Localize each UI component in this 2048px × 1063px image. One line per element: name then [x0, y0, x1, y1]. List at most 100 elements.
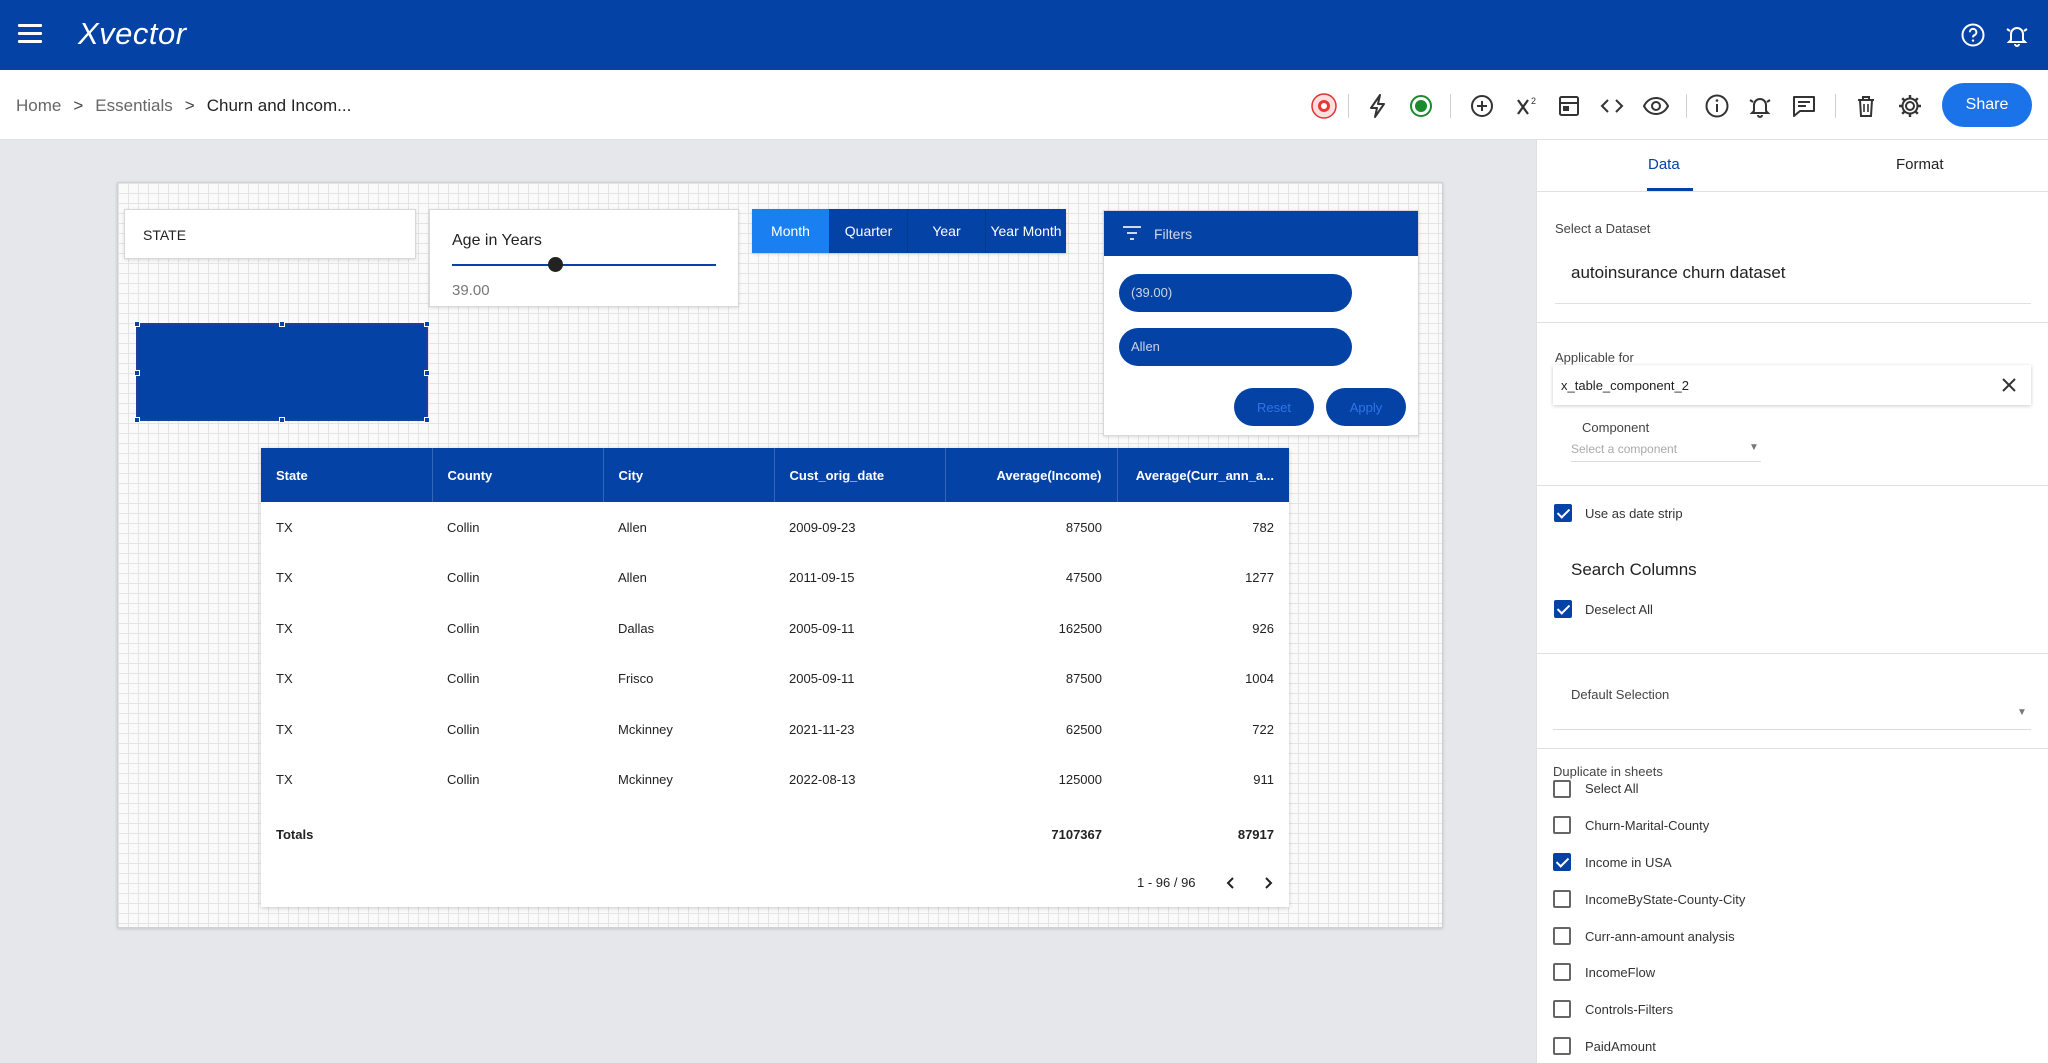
date-strip-month[interactable]: Month: [752, 209, 830, 253]
cell-date: 2005-09-11: [789, 671, 855, 687]
sheet-checkbox[interactable]: [1553, 1000, 1571, 1018]
column-header-county[interactable]: County: [432, 448, 604, 502]
cell-date: 2011-09-15: [789, 570, 855, 586]
sheet-checkbox[interactable]: [1553, 853, 1571, 871]
bell-icon[interactable]: [2004, 22, 2030, 48]
breadcrumb-home[interactable]: Home: [16, 96, 61, 116]
filters-apply-button[interactable]: Apply: [1326, 388, 1406, 426]
selected-component[interactable]: [134, 321, 430, 423]
filter-chip-age[interactable]: (39.00): [1119, 274, 1352, 312]
cell-state: TX: [276, 671, 293, 687]
age-slider-thumb[interactable]: [548, 257, 563, 272]
breadcrumb-separator: >: [184, 96, 195, 115]
use-date-strip-checkbox[interactable]: [1554, 504, 1572, 522]
alert-bell-icon[interactable]: [1746, 92, 1774, 120]
resize-handle[interactable]: [424, 417, 430, 423]
dashboard-sheet: STATE Age in Years 39.00 Month Quarter Y…: [117, 182, 1443, 928]
column-header-state[interactable]: State: [261, 448, 433, 502]
state-filter-widget[interactable]: STATE: [124, 209, 416, 259]
canvas-area: STATE Age in Years 39.00 Month Quarter Y…: [0, 140, 1536, 1063]
column-header-city[interactable]: City: [603, 448, 775, 502]
dropdown-arrow-icon: ▼: [2017, 707, 2027, 718]
column-header-average-income[interactable]: Average(Income): [945, 448, 1118, 502]
deselect-all-checkbox[interactable]: [1554, 600, 1572, 618]
tab-format[interactable]: Format: [1896, 156, 1944, 173]
age-slider-title: Age in Years: [452, 232, 542, 249]
resize-handle[interactable]: [134, 417, 140, 423]
save-icon[interactable]: [1555, 92, 1583, 120]
comment-icon[interactable]: [1790, 92, 1818, 120]
help-icon[interactable]: [1960, 22, 1986, 48]
state-filter-label: STATE: [143, 227, 187, 243]
default-selection-select[interactable]: Default Selection ▼: [1553, 670, 2031, 730]
preview-eye-icon[interactable]: [1642, 92, 1670, 120]
delete-icon[interactable]: [1852, 92, 1880, 120]
filter-chip-city[interactable]: Allen: [1119, 328, 1352, 366]
default-selection-label: Default Selection: [1571, 687, 1670, 702]
bolt-icon[interactable]: [1364, 92, 1392, 120]
applicable-for-field[interactable]: x_table_component_2: [1553, 365, 2031, 405]
info-icon[interactable]: [1703, 92, 1731, 120]
filters-reset-button[interactable]: Reset: [1234, 388, 1314, 426]
resize-handle[interactable]: [134, 321, 140, 327]
resize-handle[interactable]: [424, 321, 430, 327]
code-icon[interactable]: [1598, 92, 1626, 120]
date-strip-quarter[interactable]: Quarter: [830, 209, 908, 253]
cell-city: Mckinney: [618, 772, 673, 788]
data-table-card: State County City Cust_orig_date Average…: [261, 448, 1289, 907]
table-row: TX Collin Mckinney 2022-08-13 125000 911: [261, 755, 1289, 806]
add-icon[interactable]: [1468, 92, 1496, 120]
totals-label: Totals: [276, 826, 314, 842]
sheet-label: Controls-Filters: [1585, 1002, 1674, 1017]
sheet-label: IncomeByState-County-City: [1585, 892, 1746, 907]
breadcrumb-essentials[interactable]: Essentials: [95, 96, 172, 116]
date-strip-year-month[interactable]: Year Month: [986, 209, 1066, 253]
date-strip-year[interactable]: Year: [908, 209, 986, 253]
tab-data[interactable]: Data: [1648, 156, 1680, 173]
table-pagination: 1 - 96 / 96: [261, 863, 1289, 907]
resize-handle[interactable]: [134, 370, 140, 376]
column-header-average-curr-ann[interactable]: Average(Curr_ann_a...: [1117, 448, 1289, 502]
sheet-checkbox[interactable]: [1553, 816, 1571, 834]
cell-curr: 722: [1252, 721, 1274, 737]
close-icon[interactable]: [1999, 375, 2019, 395]
sheet-select-all-checkbox[interactable]: [1553, 780, 1571, 798]
status-badge-icon[interactable]: [1310, 92, 1338, 120]
divider: [1555, 303, 2031, 304]
dataset-value[interactable]: autoinsurance churn dataset: [1571, 263, 1786, 283]
cell-city: Allen: [618, 519, 647, 535]
record-icon[interactable]: [1407, 92, 1435, 120]
cell-income: 87500: [1065, 671, 1102, 687]
chevron-left-icon[interactable]: [1221, 873, 1241, 893]
cell-county: Collin: [447, 721, 480, 737]
cell-county: Collin: [447, 772, 480, 788]
resize-handle[interactable]: [424, 370, 430, 376]
sub-toolbar: Home > Essentials > Churn and Incom... 2 Sha: [0, 70, 2048, 140]
search-columns-input[interactable]: Search Columns: [1571, 560, 1697, 580]
filters-header: Filters: [1104, 211, 1418, 256]
cell-income: 125000: [1058, 772, 1102, 788]
resize-handle[interactable]: [279, 417, 285, 423]
cell-income: 47500: [1065, 570, 1102, 586]
sheet-checkbox[interactable]: [1553, 890, 1571, 908]
chevron-right-icon[interactable]: [1258, 873, 1278, 893]
resize-handle[interactable]: [279, 321, 285, 327]
sheet-label: Churn-Marital-County: [1585, 818, 1710, 833]
filters-title: Filters: [1154, 226, 1193, 242]
sheet-checkbox[interactable]: [1553, 963, 1571, 981]
age-slider-track[interactable]: [452, 264, 716, 266]
component-select[interactable]: Select a component ▼: [1571, 438, 1761, 462]
table-row: TX Collin Allen 2009-09-23 87500 782: [261, 502, 1289, 553]
toolbar-divider: [1450, 94, 1451, 118]
share-button[interactable]: Share: [1942, 83, 2032, 127]
sheet-checkbox[interactable]: [1553, 1037, 1571, 1055]
settings-gear-icon[interactable]: [1896, 92, 1924, 120]
cell-curr: 1277: [1245, 570, 1274, 586]
cell-date: 2022-08-13: [789, 772, 856, 788]
sheet-checkbox[interactable]: [1553, 927, 1571, 945]
column-header-cust-orig-date[interactable]: Cust_orig_date: [774, 448, 946, 502]
formula-icon[interactable]: 2: [1513, 92, 1541, 120]
cell-curr: 926: [1252, 620, 1274, 636]
breadcrumb: Home > Essentials > Churn and Incom...: [16, 96, 351, 116]
menu-icon[interactable]: [18, 24, 42, 44]
